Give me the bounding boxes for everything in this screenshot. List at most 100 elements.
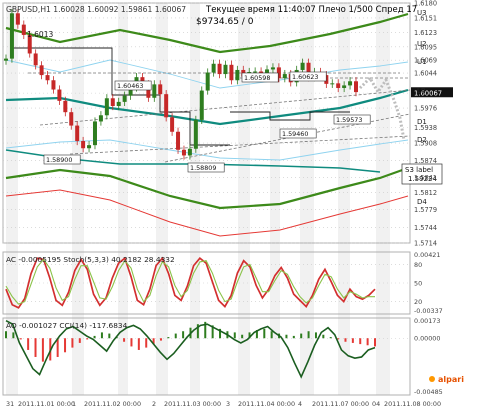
macd-bar bbox=[285, 334, 288, 339]
price-annotation: 1.58900 bbox=[46, 156, 72, 164]
price-annotation: 1.58809 bbox=[190, 164, 216, 172]
macd-tick-label: 0.00000 bbox=[414, 335, 440, 343]
time-tick-label: 1 bbox=[72, 400, 76, 408]
candle-body bbox=[336, 83, 341, 88]
macd-bar bbox=[86, 338, 89, 340]
candle-body bbox=[330, 83, 335, 85]
candle-body bbox=[39, 65, 44, 76]
candle-body bbox=[87, 145, 92, 149]
candle-body bbox=[75, 125, 80, 142]
stoch-tick-label: 80 bbox=[414, 261, 422, 269]
macd-bar bbox=[34, 338, 37, 357]
subtitle-value: 1.6013 bbox=[27, 30, 53, 39]
level-label: D1 bbox=[417, 118, 427, 126]
macd-bar bbox=[300, 333, 303, 339]
macd-bar bbox=[5, 331, 7, 339]
candle-body bbox=[229, 64, 234, 81]
macd-bar bbox=[159, 338, 162, 341]
price-tick-label: 1.5976 bbox=[414, 105, 437, 113]
macd-bar bbox=[344, 338, 347, 342]
stoch-title: AC -0.0005195 Stoch(5,3,3) 40.2182 28.43… bbox=[6, 255, 175, 264]
time-tick-label: 2 bbox=[152, 400, 156, 408]
price-tick-label: 1.5779 bbox=[414, 206, 437, 214]
time-tick-label: 2011.11.03 00:00 bbox=[164, 400, 221, 408]
chart-canvas[interactable]: 1.60463 1.60598 1.60623 1.59460 1.59573 1.589… bbox=[0, 0, 500, 413]
candle-body bbox=[51, 80, 56, 90]
macd-bar bbox=[322, 334, 325, 339]
candle-body bbox=[176, 131, 181, 150]
candle-body bbox=[181, 149, 186, 156]
macd-bar bbox=[27, 338, 30, 350]
time-tick-label: 04 bbox=[372, 400, 380, 408]
macd-bar bbox=[145, 338, 148, 348]
macd-bar bbox=[270, 331, 273, 339]
macd-bar bbox=[12, 332, 15, 339]
price-annotation: 1.60463 bbox=[117, 82, 143, 90]
time-tick-label: 4 bbox=[298, 400, 302, 408]
candle-body bbox=[205, 72, 210, 91]
macd-bar bbox=[100, 332, 103, 339]
macd-bar bbox=[123, 338, 126, 342]
candle-body bbox=[282, 74, 287, 79]
macd-bar bbox=[329, 337, 332, 339]
macd-tick-label: -0.00485 bbox=[414, 388, 443, 396]
candle-body bbox=[342, 85, 347, 88]
candle-body bbox=[193, 119, 198, 149]
candle-body bbox=[63, 100, 68, 113]
candle-body bbox=[92, 121, 97, 146]
price-annotation: 1.60623 bbox=[292, 73, 318, 81]
candle-body bbox=[223, 64, 228, 75]
macd-bar bbox=[359, 338, 362, 345]
price-tick-label: 1.5841 bbox=[414, 174, 437, 182]
candle-body bbox=[300, 62, 305, 70]
time-tick-label: 31 bbox=[6, 400, 14, 408]
macd-bar bbox=[241, 334, 244, 339]
macd-bar bbox=[366, 338, 369, 346]
candle-body bbox=[33, 53, 38, 66]
candle-body bbox=[69, 112, 74, 126]
price-annotation: 1.59573 bbox=[336, 116, 362, 124]
level-label: U1 bbox=[417, 58, 427, 66]
candle-body bbox=[81, 141, 86, 149]
brand-logo: alpari bbox=[438, 375, 464, 384]
level-label: U3 bbox=[417, 9, 427, 17]
macd-bar bbox=[263, 328, 266, 339]
stoch-tick-label: 0.00421 bbox=[414, 251, 440, 259]
time-tick-label: 2011.11.01 00:00 bbox=[18, 400, 75, 408]
s3-label-title: S3 label bbox=[405, 166, 433, 174]
price-tick-label: 1.5744 bbox=[414, 224, 437, 232]
price-annotation: 1.59460 bbox=[282, 130, 308, 138]
macd-bar bbox=[167, 337, 170, 339]
macd-bar bbox=[93, 335, 96, 339]
macd-bar bbox=[64, 338, 67, 353]
stoch-tick-label: 50 bbox=[414, 280, 422, 288]
candle-body bbox=[104, 98, 109, 116]
time-shade bbox=[238, 3, 250, 395]
macd-bar bbox=[314, 332, 317, 339]
macd-bar bbox=[108, 333, 111, 339]
candle-body bbox=[45, 75, 50, 81]
macd-bar bbox=[174, 333, 177, 339]
candle-body bbox=[270, 67, 275, 70]
candle-body bbox=[253, 71, 258, 73]
price-tick-label: 1.6123 bbox=[414, 29, 437, 37]
price-tick-label: 1.6180 bbox=[414, 0, 437, 8]
price-tick-label: 1.5714 bbox=[414, 240, 437, 248]
candle-body bbox=[57, 89, 62, 101]
price-tick-label: 1.5812 bbox=[414, 189, 437, 197]
macd-bar bbox=[137, 338, 140, 350]
macd-bar bbox=[130, 338, 133, 347]
candle-body bbox=[158, 84, 163, 95]
time-leverage-info: Текущее время 11:40:07 Плечо 1/500 Спред… bbox=[205, 5, 417, 15]
macd-bar bbox=[19, 338, 22, 340]
time-shade bbox=[72, 3, 84, 395]
stoch-tick-label: 20 bbox=[414, 298, 422, 306]
candle-body bbox=[170, 117, 175, 132]
candle-body bbox=[217, 63, 222, 75]
macd-bar bbox=[292, 335, 295, 339]
candle-body bbox=[110, 98, 115, 107]
balance-info: $9734.65 / 0 bbox=[196, 17, 254, 27]
candle-body bbox=[354, 81, 358, 93]
macd-bar bbox=[41, 338, 44, 362]
candle-body bbox=[4, 58, 8, 61]
